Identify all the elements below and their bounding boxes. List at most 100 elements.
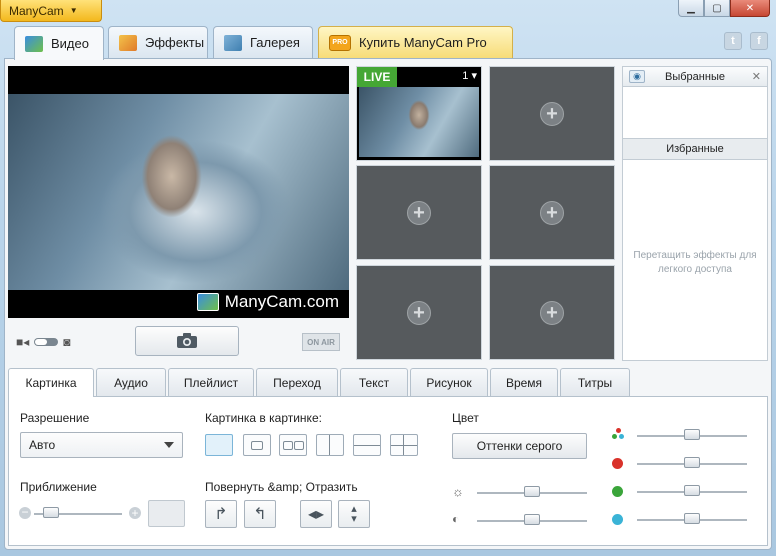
pip-split-horizontal-button[interactable] <box>353 434 381 456</box>
source-slot[interactable]: + <box>489 165 615 260</box>
color-label: Цвет <box>452 411 479 425</box>
red-slider-thumb[interactable] <box>684 457 700 468</box>
pip-label: Картинка в картинке: <box>205 411 322 425</box>
flip-horizontal-button[interactable]: ◂▸ <box>300 500 332 528</box>
source-toggle: ■◂ ◙ <box>16 335 71 349</box>
brightness-icon: ☼ <box>452 484 464 499</box>
flip-vertical-icon: ▴ ▾ <box>351 503 357 525</box>
tab-buy-pro[interactable]: PRO Купить ManyCam Pro <box>318 26 513 58</box>
live-thumbnail <box>359 87 479 157</box>
tab-gallery-label: Галерея <box>250 35 300 50</box>
source-slot[interactable]: + <box>489 265 615 360</box>
blue-slider-thumb[interactable] <box>684 513 700 524</box>
app-menu-label: ManyCam <box>9 3 64 18</box>
favorites-header-label: Выбранные <box>665 70 725 83</box>
zoom-out-icon[interactable]: − <box>19 506 31 519</box>
add-icon[interactable]: + <box>540 300 564 325</box>
contrast-slider-thumb[interactable] <box>524 514 540 525</box>
close-icon[interactable]: ✕ <box>752 70 761 83</box>
pip-quad-button[interactable] <box>390 434 418 456</box>
maximize-button[interactable]: ▢ <box>704 0 730 17</box>
gallery-icon <box>224 34 242 51</box>
source-slot-live[interactable]: LIVE 1 ▾ <box>356 66 482 161</box>
tab-effects-label: Эффекты <box>145 35 205 50</box>
minimize-button[interactable]: ▁ <box>678 0 704 17</box>
add-icon[interactable]: + <box>540 101 564 126</box>
on-air-indicator: ON AIR <box>302 333 340 351</box>
tab-buy-pro-label: Купить ManyCam Pro <box>359 35 487 50</box>
tab-titles[interactable]: Титры <box>560 368 630 396</box>
app-menu-button[interactable]: ManyCam ▼ <box>0 0 102 22</box>
settings-panel <box>8 396 768 546</box>
watermark-text: ManyCam.com <box>224 292 339 311</box>
tab-playlist[interactable]: Плейлист <box>168 368 254 396</box>
pip-double-button[interactable] <box>279 434 307 456</box>
source-slot[interactable]: + <box>356 165 482 260</box>
twitter-icon[interactable]: t <box>724 32 742 50</box>
green-slider-thumb[interactable] <box>684 485 700 496</box>
video-camera-icon[interactable]: ■◂ <box>16 335 29 349</box>
resolution-label: Разрешение <box>20 411 90 425</box>
rotate-right-button[interactable]: ↱ <box>205 500 237 528</box>
tab-text[interactable]: Текст <box>340 368 408 396</box>
contrast-icon: ◐ <box>452 512 460 526</box>
tab-transition[interactable]: Переход <box>256 368 338 396</box>
favorites-panel: ◉ Выбранные ✕ Избранные Перетащить эффек… <box>622 66 768 361</box>
source-slot[interactable]: + <box>356 265 482 360</box>
favorites-subheader: Избранные <box>623 138 767 160</box>
chevron-down-icon <box>164 442 174 448</box>
favorites-hint: Перетащить эффекты для легкого доступа <box>633 250 757 275</box>
tab-drawing[interactable]: Рисунок <box>410 368 488 396</box>
brightness-slider-thumb[interactable] <box>524 486 540 497</box>
eye-icon[interactable]: ◉ <box>629 70 645 83</box>
tab-audio[interactable]: Аудио <box>96 368 166 396</box>
tab-video[interactable]: Видео <box>14 26 104 60</box>
video-icon <box>25 35 43 52</box>
snapshot-button[interactable] <box>135 326 239 356</box>
pip-none-button[interactable] <box>205 434 233 456</box>
pip-split-vertical-button[interactable] <box>316 434 344 456</box>
live-badge: LIVE <box>357 67 397 87</box>
zoom-preview-box <box>148 500 185 527</box>
rotate-left-icon: ↰ <box>253 506 267 523</box>
video-preview: ManyCam.com <box>8 66 349 318</box>
pip-small-button[interactable] <box>243 434 271 456</box>
rotate-label: Повернуть &amp; Отразить <box>205 480 358 494</box>
tab-effects[interactable]: Эффекты <box>108 26 208 58</box>
tab-time[interactable]: Время <box>490 368 558 396</box>
add-icon[interactable]: + <box>407 200 431 225</box>
source-slot[interactable]: + <box>489 66 615 161</box>
zoom-in-icon[interactable]: + <box>129 507 141 519</box>
slot-number[interactable]: 1 ▾ <box>462 69 477 82</box>
add-icon[interactable]: + <box>407 300 431 325</box>
flip-horizontal-icon: ◂▸ <box>307 506 325 523</box>
effects-icon <box>119 34 137 51</box>
saturation-icon <box>612 428 625 441</box>
red-channel-icon <box>612 458 623 469</box>
manycam-logo-icon <box>196 293 219 311</box>
favorites-header: ◉ Выбранные ✕ <box>623 67 767 87</box>
add-icon[interactable]: + <box>540 200 564 225</box>
tab-gallery[interactable]: Галерея <box>213 26 313 58</box>
tab-picture[interactable]: Картинка <box>8 368 94 397</box>
zoom-label: Приближение <box>20 480 97 494</box>
blue-channel-icon <box>612 514 623 525</box>
resolution-dropdown[interactable]: Авто <box>20 432 183 458</box>
close-button[interactable]: ✕ <box>730 0 770 17</box>
rotate-left-button[interactable]: ↰ <box>244 500 276 528</box>
camera-icon <box>177 333 197 348</box>
window-controls: ▁ ▢ ✕ <box>678 0 770 17</box>
watermark: ManyCam.com <box>196 292 339 312</box>
facebook-icon[interactable]: f <box>750 32 768 50</box>
pro-badge-icon: PRO <box>329 34 351 51</box>
photo-camera-icon[interactable]: ◙ <box>63 335 70 349</box>
grayscale-button[interactable]: Оттенки серого <box>452 433 587 459</box>
rotate-right-icon: ↱ <box>214 506 228 523</box>
zoom-slider-thumb[interactable] <box>42 507 59 518</box>
resolution-value: Авто <box>29 438 56 452</box>
chevron-down-icon: ▼ <box>69 6 78 15</box>
saturation-slider-thumb[interactable] <box>684 429 700 440</box>
camera-photo-toggle[interactable] <box>34 338 59 346</box>
flip-vertical-button[interactable]: ▴ ▾ <box>338 500 370 528</box>
green-channel-icon <box>612 486 623 497</box>
